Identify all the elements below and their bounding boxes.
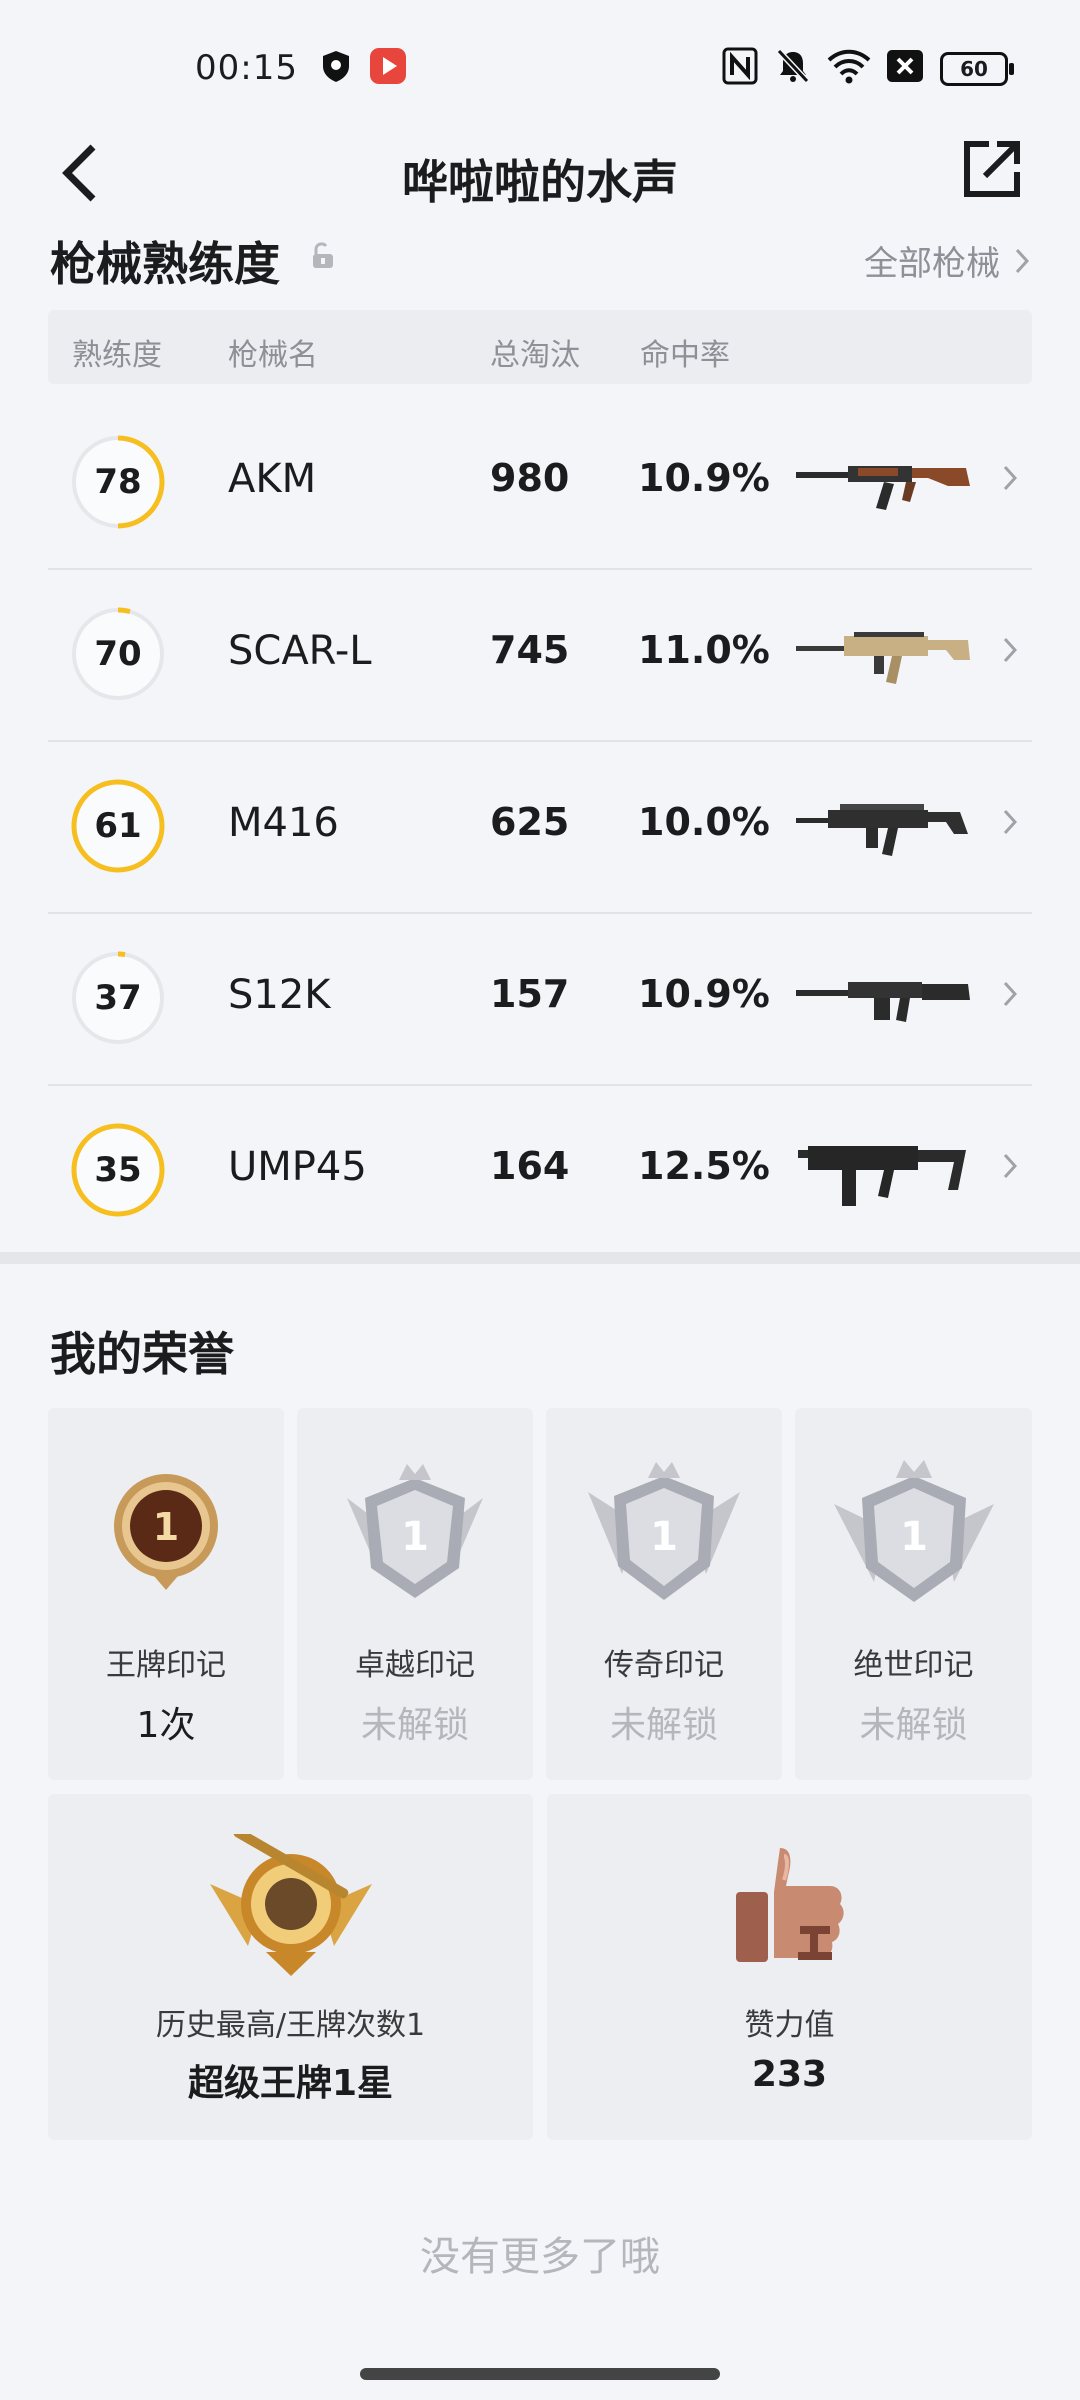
weapon-name: M416 [228,800,339,846]
weapon-kills: 625 [490,800,570,844]
nfc-icon [722,46,758,86]
honor-value: 超级王牌1星 [187,2063,394,2104]
weapon-row-m416[interactable]: 61 M416 625 10.0% [48,742,1032,914]
proficiency-value: 37 [94,978,142,1018]
excellence-mark-badge-icon: 1 [347,1464,483,1598]
wifi-icon [826,46,872,86]
weapons-section-title: 枪械熟练度 [50,237,280,291]
svg-text:1: 1 [650,1514,678,1560]
chevron-right-icon [1003,809,1018,835]
honor-label: 历史最高/王牌次数1 [155,2008,426,2043]
honor-card-highest-tier[interactable]: 历史最高/王牌次数1 超级王牌1星 [48,1794,533,2140]
honor-value: 未解锁 [609,1705,718,1746]
weapon-row-scar-l[interactable]: 70 SCAR-L 745 11.0% [48,570,1032,742]
weapon-kills: 745 [490,628,570,672]
weapon-name: S12K [228,972,331,1018]
peerless-mark-badge-icon: 1 [833,1460,994,1602]
share-button[interactable] [952,124,1032,214]
proficiency-value: 70 [94,634,142,674]
weapon-name: SCAR-L [228,628,372,674]
weapon-name: UMP45 [228,1144,367,1190]
weapon-hit-rate: 10.0% [638,800,770,844]
weapon-hit-rate: 10.9% [638,972,770,1016]
weapon-kills: 164 [490,1144,570,1188]
chevron-right-icon [1003,981,1018,1007]
section-divider [0,1252,1080,1264]
chevron-right-icon [1003,637,1018,663]
weapon-hit-rate: 11.0% [638,628,770,672]
status-bar: 00:15 60 [0,0,1080,140]
weapon-row-akm[interactable]: 78 AKM 980 10.9% [48,398,1032,570]
svg-text:1: 1 [153,1505,179,1549]
s12k-shotgun-icon [796,982,970,1022]
honor-label: 王牌印记 [106,1648,226,1683]
scar-l-rifle-icon [796,632,970,684]
m416-rifle-icon [796,804,968,856]
chevron-right-icon [1015,248,1030,273]
home-indicator[interactable] [360,2368,720,2380]
all-weapons-link[interactable]: 全部枪械 [864,236,1030,285]
proficiency-value: 35 [94,1150,142,1190]
honor-card-peerless-mark[interactable]: 1 绝世印记 未解锁 [795,1408,1032,1780]
honor-value: 未解锁 [859,1705,968,1746]
weapon-hit-rate: 10.9% [638,456,770,500]
honors-section-title: 我的荣誉 [50,1327,234,1381]
col-hit-rate: 命中率 [640,338,730,373]
honor-card-excellence-mark[interactable]: 1 卓越印记 未解锁 [297,1408,533,1780]
thumbs-up-icon [735,1848,844,1962]
share-icon [964,141,1020,197]
page-title: 哗啦啦的水声 [402,155,678,209]
status-time: 00:15 [195,48,298,88]
close-box-icon [886,46,924,86]
honor-label: 赞力值 [744,2008,835,2043]
col-proficiency: 熟练度 [72,338,162,373]
chevron-right-icon [1003,1153,1018,1179]
no-more-footer: 没有更多了哦 [420,2234,660,2280]
super-ace-tier-badge-icon [209,1834,372,1976]
ace-mark-badge-icon: 1 [114,1474,218,1590]
svg-text:1: 1 [900,1514,928,1560]
weapon-row-s12k[interactable]: 37 S12K 157 10.9% [48,914,1032,1086]
weapon-kills: 980 [490,456,570,500]
weapon-kills: 157 [490,972,570,1016]
honor-value: 1次 [136,1705,196,1746]
honor-card-likes[interactable]: 赞力值 233 [547,1794,1032,2140]
proficiency-value: 78 [94,462,142,502]
col-total-kills: 总淘汰 [490,338,580,373]
akm-rifle-icon [796,466,970,510]
honor-label: 绝世印记 [853,1648,974,1683]
battery-icon: 60 [940,52,1014,86]
svg-text:1: 1 [401,1514,429,1560]
shield-app-icon [318,46,354,86]
weapons-list: 78 AKM 980 10.9% 70 SCAR-L 745 11.0% 61 … [48,398,1032,1256]
lock-icon[interactable] [310,240,336,274]
honor-value: 233 [751,2054,828,2095]
weapons-table-header: 熟练度 枪械名 总淘汰 命中率 [48,310,1032,384]
honor-value: 未解锁 [360,1705,469,1746]
honor-label: 卓越印记 [355,1648,475,1683]
legend-mark-badge-icon: 1 [588,1462,740,1600]
chevron-right-icon [1003,465,1018,491]
honor-card-legend-mark[interactable]: 1 传奇印记 未解锁 [546,1408,782,1780]
proficiency-value: 61 [94,806,142,846]
weapon-name: AKM [228,456,317,502]
ump45-smg-icon [798,1146,966,1206]
weapon-hit-rate: 12.5% [638,1144,770,1188]
video-app-icon [368,46,408,86]
honor-card-ace-mark[interactable]: 1 王牌印记 1次 [48,1408,284,1780]
col-weapon-name: 枪械名 [228,338,318,373]
weapon-row-ump45[interactable]: 35 UMP45 164 12.5% [48,1086,1032,1256]
page-header: 哗啦啦的水声 [0,120,1080,230]
all-weapons-label: 全部枪械 [864,244,1000,284]
bell-off-icon [774,46,812,86]
honor-label: 传奇印记 [604,1648,724,1683]
